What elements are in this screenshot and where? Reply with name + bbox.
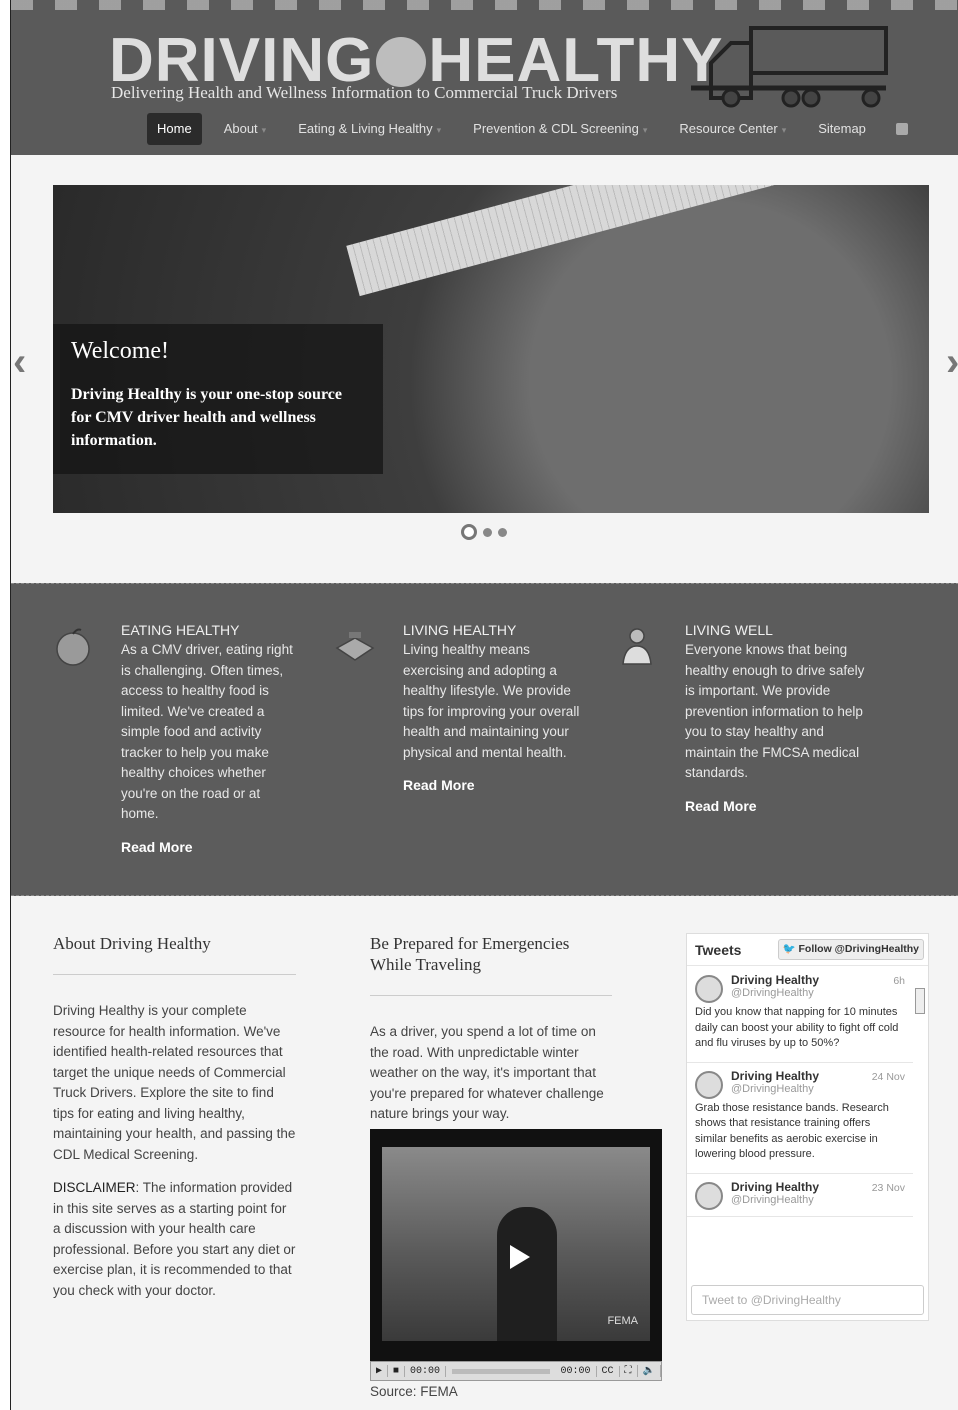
page-frame: DRIVING HEALTHY Delivering Health and Wel… — [10, 0, 958, 1410]
presenter-image — [497, 1207, 557, 1341]
rss-icon[interactable] — [895, 123, 908, 135]
total-time: 00:00 — [556, 1365, 597, 1377]
slide-text: Driving Healthy is your one-stop source … — [71, 386, 342, 449]
feature-body: LIVING WELL Everyone knows that being he… — [685, 622, 865, 814]
emergencies-title: Be Prepared for Emergencies While Travel… — [370, 933, 612, 996]
nav-label: Prevention & CDL Screening — [473, 121, 639, 136]
feature-body: EATING HEALTHY As a CMV driver, eating r… — [121, 622, 301, 855]
tweets-widget: Tweets 🐦 Follow @DrivingHealthy Driving … — [686, 933, 929, 1321]
video-controls: ▶ ■ 00:00 00:00 CC ⛶ 🔈 — [370, 1361, 662, 1381]
nav-label: Eating & Living Healthy — [298, 121, 433, 136]
chevron-right-icon[interactable]: › — [946, 340, 958, 385]
feature-text: As a CMV driver, eating right is challen… — [121, 642, 293, 821]
caret-down-icon: ▾ — [781, 125, 787, 135]
seek-bar[interactable] — [452, 1368, 550, 1374]
avatar[interactable] — [695, 1181, 723, 1210]
nav-item-resource-center[interactable]: Resource Center ▾ — [669, 113, 796, 145]
nav-item-about[interactable]: About ▾ — [214, 113, 277, 145]
twitter-bird-icon: 🐦 — [782, 943, 796, 955]
scale-icon — [335, 632, 375, 661]
captions-button[interactable]: CC — [597, 1365, 620, 1377]
tweet-handle[interactable]: @DrivingHealthy — [731, 1083, 905, 1095]
stop-button-icon[interactable]: ■ — [388, 1365, 406, 1377]
site-header: DRIVING HEALTHY Delivering Health and Wel… — [11, 0, 958, 155]
nav-label: Home — [157, 121, 192, 136]
apple-icon — [56, 628, 90, 666]
follow-button[interactable]: 🐦 Follow @DrivingHealthy — [777, 939, 924, 960]
feature-text: Living healthy means exercising and adop… — [403, 642, 580, 760]
play-icon[interactable] — [510, 1245, 530, 1269]
tweets-scrollbar[interactable] — [914, 970, 926, 1276]
disclaimer-text: : The information provided in this site … — [53, 1180, 296, 1298]
disclaimer: DISCLAIMER: The information provided in … — [53, 1178, 296, 1301]
tweet-item[interactable]: Driving Healthy @DrivingHealthy 23 Nov — [687, 1174, 913, 1217]
avatar[interactable] — [695, 975, 723, 1003]
tweet-handle[interactable]: @DrivingHealthy — [731, 1194, 905, 1206]
tweet-item[interactable]: Driving Healthy @DrivingHealthy 6h Did y… — [687, 967, 913, 1063]
tweet-handle[interactable]: @DrivingHealthy — [731, 987, 905, 999]
emergencies-column: Be Prepared for Emergencies While Travel… — [370, 933, 612, 1125]
about-title: About Driving Healthy — [53, 933, 296, 975]
follow-label: Follow @DrivingHealthy — [798, 943, 920, 955]
play-button-icon[interactable]: ▶ — [371, 1365, 389, 1377]
nav-item-home[interactable]: Home — [147, 113, 202, 145]
feature-text: Everyone knows that being healthy enough… — [685, 642, 865, 780]
hero-slider: Welcome! Driving Healthy is your one-sto… — [53, 185, 929, 513]
video-player[interactable]: FEMA ▶ ■ 00:00 00:00 CC ⛶ 🔈 — [370, 1129, 662, 1381]
feature-title: LIVING HEALTHY — [403, 622, 517, 638]
caret-down-icon: ▾ — [436, 125, 442, 135]
main-nav: Home About ▾ Eating & Living Healthy ▾ Pre… — [147, 113, 908, 145]
nav-label: Resource Center — [679, 121, 778, 136]
chevron-left-icon[interactable]: ‹ — [13, 340, 26, 385]
tweet-time[interactable]: 24 Nov — [872, 1071, 905, 1083]
caret-down-icon: ▾ — [261, 125, 267, 135]
current-time: 00:00 — [405, 1365, 447, 1377]
about-column: About Driving Healthy Driving Healthy is… — [53, 933, 296, 1301]
fullscreen-icon[interactable]: ⛶ — [620, 1365, 638, 1377]
slider-dot-3[interactable] — [498, 527, 507, 537]
tweet-time[interactable]: 6h — [893, 975, 905, 987]
scrollbar-thumb[interactable] — [915, 988, 925, 1014]
features-band: EATING HEALTHY As a CMV driver, eating r… — [11, 583, 958, 896]
caret-down-icon: ▾ — [642, 125, 648, 135]
read-more-link[interactable]: Read More — [121, 839, 301, 855]
header-stripe — [11, 0, 958, 10]
slider-pagination — [461, 524, 507, 540]
feature-body: LIVING HEALTHY Living healthy means exer… — [403, 622, 583, 793]
slide-title: Welcome! — [71, 338, 170, 364]
tweets-title: Tweets — [695, 942, 742, 958]
tweet-author[interactable]: Driving Healthy — [731, 973, 905, 987]
video-thumbnail: FEMA — [382, 1147, 650, 1341]
doctor-icon — [622, 628, 652, 665]
about-text: Driving Healthy is your complete resourc… — [53, 1003, 296, 1162]
tweet-input[interactable]: Tweet to @DrivingHealthy — [691, 1285, 924, 1315]
slider-dot-1[interactable] — [461, 524, 477, 540]
feature-title: EATING HEALTHY — [121, 622, 240, 638]
video-watermark: FEMA — [607, 1315, 638, 1327]
tweet-list: Driving Healthy @DrivingHealthy 6h Did y… — [687, 967, 913, 1279]
tweet-item[interactable]: Driving Healthy @DrivingHealthy 24 Nov G… — [687, 1063, 913, 1174]
emergencies-text: As a driver, you spend a lot of time on … — [370, 1024, 604, 1121]
volume-icon[interactable]: 🔈 — [638, 1365, 661, 1377]
read-more-link[interactable]: Read More — [403, 777, 583, 793]
tweets-header: Tweets 🐦 Follow @DrivingHealthy — [687, 934, 928, 966]
disclaimer-label: DISCLAIMER — [53, 1180, 136, 1195]
site-tagline: Delivering Health and Wellness Informati… — [111, 83, 618, 102]
tweet-time[interactable]: 23 Nov — [872, 1182, 905, 1194]
nav-label: About — [223, 121, 258, 136]
nav-label: Sitemap — [818, 121, 866, 136]
read-more-link[interactable]: Read More — [685, 798, 865, 814]
nav-item-sitemap[interactable]: Sitemap — [808, 113, 876, 145]
avatar[interactable] — [695, 1070, 723, 1099]
nav-item-prevention-cdl[interactable]: Prevention & CDL Screening ▾ — [463, 113, 657, 145]
video-source: Source: FEMA — [370, 1384, 458, 1399]
apple-logo-icon — [376, 36, 427, 87]
slide-caption: Welcome! Driving Healthy is your one-sto… — [53, 324, 383, 474]
feature-title: LIVING WELL — [685, 622, 773, 638]
slider-dot-2[interactable] — [483, 527, 492, 537]
tweet-text: Grab those resistance bands. Research sh… — [695, 1101, 889, 1161]
truck-icon — [691, 26, 888, 108]
tweet-text: Did you know that napping for 10 minutes… — [695, 1006, 899, 1049]
nav-item-eating-living-healthy[interactable]: Eating & Living Healthy ▾ — [288, 113, 451, 145]
